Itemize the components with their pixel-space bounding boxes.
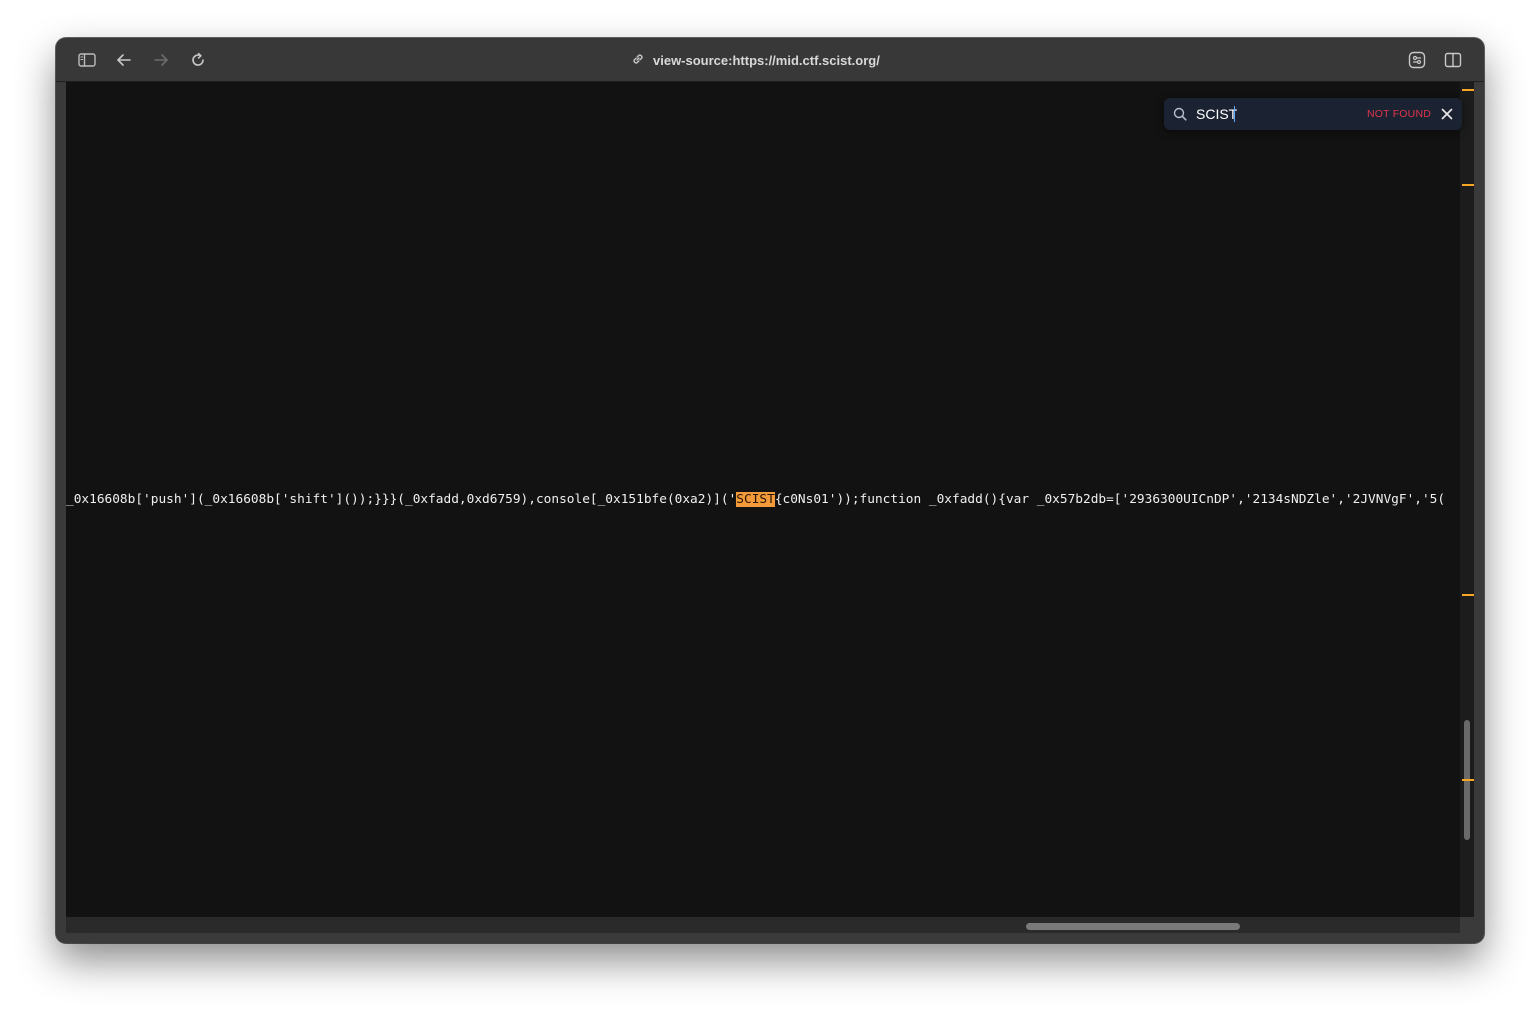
url-text: view-source:https://mid.ctf.scist.org/: [653, 52, 880, 68]
scroll-marker: [1462, 184, 1474, 186]
reload-icon: [192, 52, 204, 66]
text-caret: [1234, 106, 1235, 122]
source-before-match: _0x16608b['push'](_0x16608b['shift']());…: [66, 492, 737, 507]
split-view-button[interactable]: [1443, 50, 1463, 70]
find-status: NOT FOUND: [1367, 108, 1432, 120]
scroll-marker: [1462, 779, 1474, 781]
horizontal-scrollbar[interactable]: [66, 917, 1460, 933]
scroll-marker: [1462, 89, 1474, 91]
scroll-marker: [1462, 594, 1474, 596]
back-button[interactable]: [114, 50, 134, 70]
reload-button[interactable]: [188, 50, 208, 70]
link-icon: [631, 52, 645, 69]
find-input[interactable]: [1196, 104, 1346, 124]
arrow-left-icon: [117, 54, 131, 66]
extension-button[interactable]: [1407, 50, 1427, 70]
sidebar-icon[interactable]: [77, 50, 97, 70]
extension-icon: [1408, 51, 1426, 69]
find-bar: NOT FOUND: [1164, 98, 1462, 130]
browser-toolbar: view-source:https://mid.ctf.scist.org/: [56, 38, 1484, 82]
forward-button[interactable]: [151, 50, 171, 70]
close-icon[interactable]: [1440, 107, 1454, 121]
address-bar[interactable]: view-source:https://mid.ctf.scist.org/: [631, 50, 880, 70]
source-viewport[interactable]: _0x16608b['push'](_0x16608b['shift']());…: [66, 82, 1460, 917]
source-code-line: _0x16608b['push'](_0x16608b['shift']());…: [66, 492, 1445, 507]
horizontal-scroll-thumb[interactable]: [1026, 923, 1240, 930]
search-icon: [1173, 107, 1187, 121]
search-highlight: SCIST: [736, 492, 775, 507]
browser-window: view-source:https://mid.ctf.scist.org/ _…: [56, 38, 1484, 943]
source-after-match: {c0Ns01'));function _0xfadd(){var _0x57b…: [774, 492, 1446, 507]
arrow-right-icon: [154, 54, 168, 66]
split-view-icon: [1444, 52, 1462, 68]
